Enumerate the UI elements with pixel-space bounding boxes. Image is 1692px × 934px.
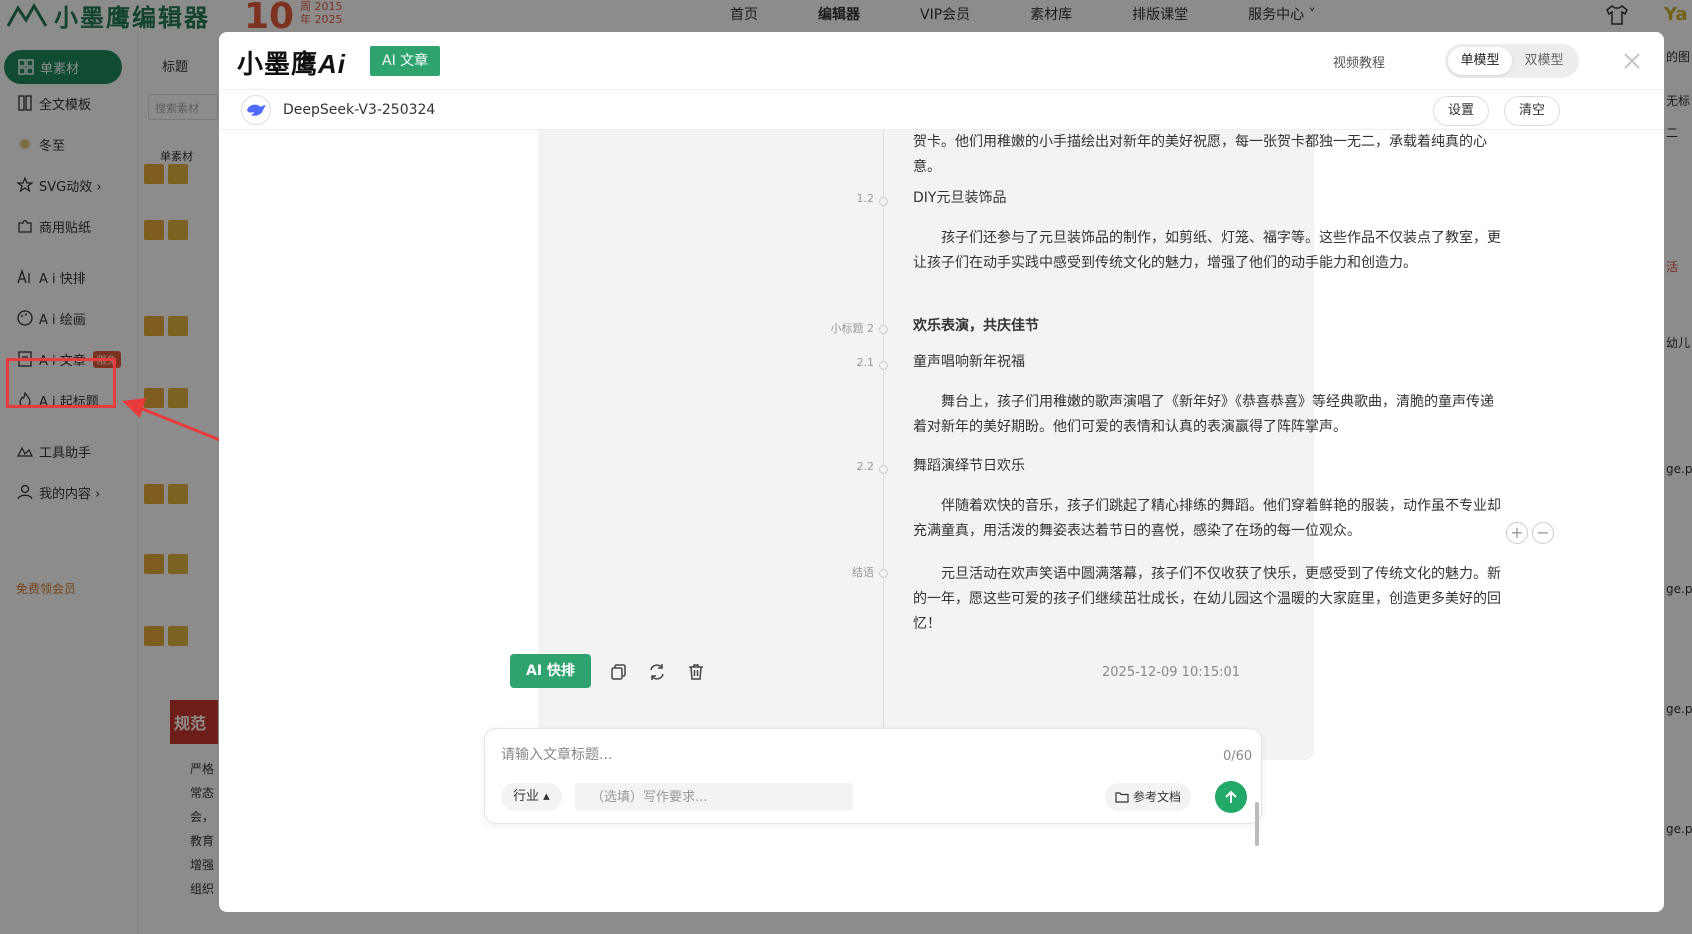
- requirement-input[interactable]: [575, 783, 853, 811]
- deepseek-whale-icon: [241, 95, 271, 125]
- modal-header: 小墨鹰Ai AI 文章 视频教程 单模型 双模型: [219, 32, 1664, 90]
- article-paragraph: 伴随着欢快的音乐，孩子们跳起了精心排练的舞蹈。他们穿着鲜艳的服装，动作虽不专业却…: [913, 498, 1501, 539]
- outline-number: 结语: [852, 566, 874, 579]
- generated-timestamp: 2025-12-09 10:15:01: [1102, 665, 1241, 680]
- arrow-up-icon: [1225, 790, 1237, 803]
- clear-button[interactable]: 清空: [1504, 96, 1561, 126]
- section-heading: 舞蹈演绎节日欢乐: [913, 458, 1025, 474]
- article-paragraph: 贺卡。他们用稚嫩的小手描绘出对新年的美好祝愿，每一张贺卡都独一无二，承载着纯真的…: [913, 134, 1487, 175]
- composer-box: 0/60 行业 ▴ 参考文档: [484, 728, 1262, 824]
- folder-icon: [1115, 792, 1129, 803]
- outline-number: 2.2: [856, 460, 875, 473]
- industry-dropdown[interactable]: 行业 ▴: [501, 783, 562, 811]
- dual-model-option[interactable]: 双模型: [1512, 47, 1576, 75]
- model-switch: 单模型 双模型: [1445, 44, 1579, 78]
- article-paragraph: 舞台上，孩子们用稚嫩的歌声演唱了《新年好》《恭喜恭喜》等经典歌曲，清脆的童声传递…: [913, 394, 1494, 435]
- outline-number: 2.1: [856, 356, 875, 369]
- outline-dot: [879, 361, 888, 370]
- article-paragraph: 孩子们还参与了元旦装饰品的制作，如剪纸、灯笼、福字等。这些作品不仅装点了教室，更…: [913, 230, 1501, 271]
- close-icon[interactable]: [1621, 50, 1643, 72]
- ai-layout-button[interactable]: AI 快排: [510, 654, 591, 688]
- collapse-minus-button[interactable]: −: [1532, 522, 1554, 544]
- ai-article-tag: AI 文章: [370, 46, 441, 76]
- modal-brand: 小墨鹰Ai: [237, 49, 347, 79]
- refresh-icon[interactable]: [647, 662, 667, 682]
- subheading: 欢乐表演，共庆佳节: [913, 318, 1039, 334]
- single-model-option[interactable]: 单模型: [1448, 47, 1512, 75]
- expand-plus-button[interactable]: +: [1506, 522, 1528, 544]
- outline-number: 小标题 2: [830, 322, 875, 335]
- reference-doc-button[interactable]: 参考文档: [1105, 783, 1192, 811]
- trash-icon[interactable]: [686, 662, 706, 682]
- outline-dot: [879, 325, 888, 334]
- model-name[interactable]: DeepSeek-V3-250324: [283, 102, 435, 118]
- outline-dot: [879, 465, 888, 474]
- send-button[interactable]: [1215, 781, 1247, 813]
- outline-timeline: [883, 130, 884, 742]
- video-tutorial-link[interactable]: 视频教程: [1333, 52, 1385, 71]
- article-title-input[interactable]: [501, 747, 1161, 763]
- title-char-counter: 0/60: [1223, 749, 1253, 764]
- ai-article-modal: 小墨鹰Ai AI 文章 视频教程 单模型 双模型 DeepSeek-V3-250…: [219, 32, 1664, 912]
- modal-scrollbar[interactable]: [1255, 802, 1259, 846]
- article-paragraph: 元旦活动在欢声笑语中圆满落幕，孩子们不仅收获了快乐，更感受到了传统文化的魅力。新…: [913, 566, 1501, 632]
- model-bar: DeepSeek-V3-250324 设置 清空: [219, 90, 1664, 130]
- section-heading: 童声唱响新年祝福: [913, 354, 1025, 370]
- outline-number: 1.2: [856, 192, 875, 205]
- outline-dot: [879, 569, 888, 578]
- outline-dot: [879, 197, 888, 206]
- section-heading: DIY元旦装饰品: [913, 190, 1007, 206]
- settings-button[interactable]: 设置: [1433, 96, 1490, 126]
- annotation-highlight-box: [6, 358, 116, 408]
- copy-icon[interactable]: [609, 662, 629, 682]
